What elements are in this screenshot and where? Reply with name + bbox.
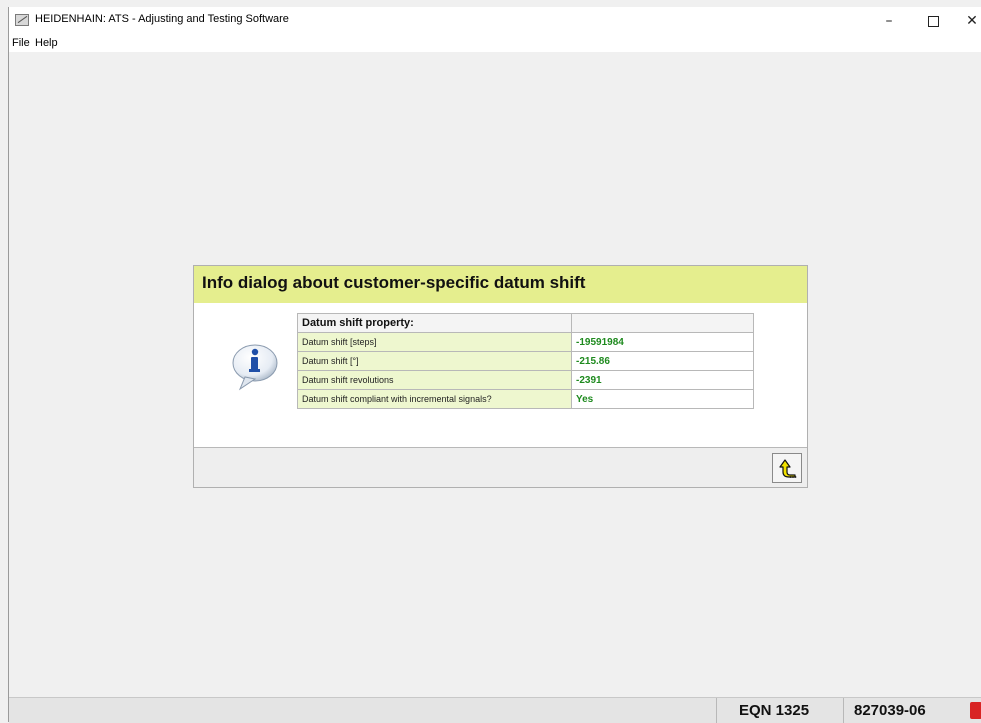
return-arrow-icon: [779, 459, 797, 478]
status-bar: EQN 1325 827039-06: [9, 697, 981, 723]
column-header-property: Datum shift property:: [297, 313, 572, 333]
menu-help[interactable]: Help: [35, 37, 58, 49]
row-value: -19591984: [571, 332, 754, 352]
row-label: Datum shift [steps]: [297, 332, 572, 352]
back-button[interactable]: [772, 453, 802, 483]
info-speech-bubble-icon: [232, 344, 278, 391]
title-bar[interactable]: HEIDENHAIN: ATS - Adjusting and Testing …: [9, 7, 981, 35]
close-button[interactable]: ✕: [954, 7, 981, 35]
row-value: Yes: [571, 389, 754, 409]
app-window: HEIDENHAIN: ATS - Adjusting and Testing …: [8, 7, 981, 723]
menu-bar: File Help: [9, 35, 981, 52]
dialog-header: Info dialog about customer-specific datu…: [194, 266, 807, 303]
maximize-button[interactable]: [915, 7, 951, 35]
connection-status-icon: [970, 702, 981, 719]
row-label: Datum shift revolutions: [297, 370, 572, 390]
table-row: Datum shift revolutions -2391: [297, 370, 754, 390]
window-title: HEIDENHAIN: ATS - Adjusting and Testing …: [35, 13, 289, 25]
table-row: Datum shift compliant with incremental s…: [297, 389, 754, 409]
dialog-footer: [194, 447, 807, 487]
dialog-title: Info dialog about customer-specific datu…: [202, 273, 586, 292]
table-row: Datum shift [steps] -19591984: [297, 332, 754, 352]
row-label: Datum shift [°]: [297, 351, 572, 371]
datum-shift-info-dialog: Info dialog about customer-specific datu…: [193, 265, 808, 488]
row-value: -215.86: [571, 351, 754, 371]
table-header-row: Datum shift property:: [297, 313, 754, 333]
app-logo-icon: [15, 14, 29, 26]
device-id-label: 827039-06: [843, 698, 967, 723]
row-label: Datum shift compliant with incremental s…: [297, 389, 572, 409]
table-row: Datum shift [°] -215.86: [297, 351, 754, 371]
datum-shift-table: Datum shift property: Datum shift [steps…: [297, 313, 754, 409]
row-value: -2391: [571, 370, 754, 390]
maximize-icon: [927, 15, 939, 27]
minimize-button[interactable]: –: [871, 7, 907, 35]
column-header-value: [571, 313, 754, 333]
device-type-label: EQN 1325: [716, 698, 843, 723]
menu-file[interactable]: File: [12, 37, 30, 49]
